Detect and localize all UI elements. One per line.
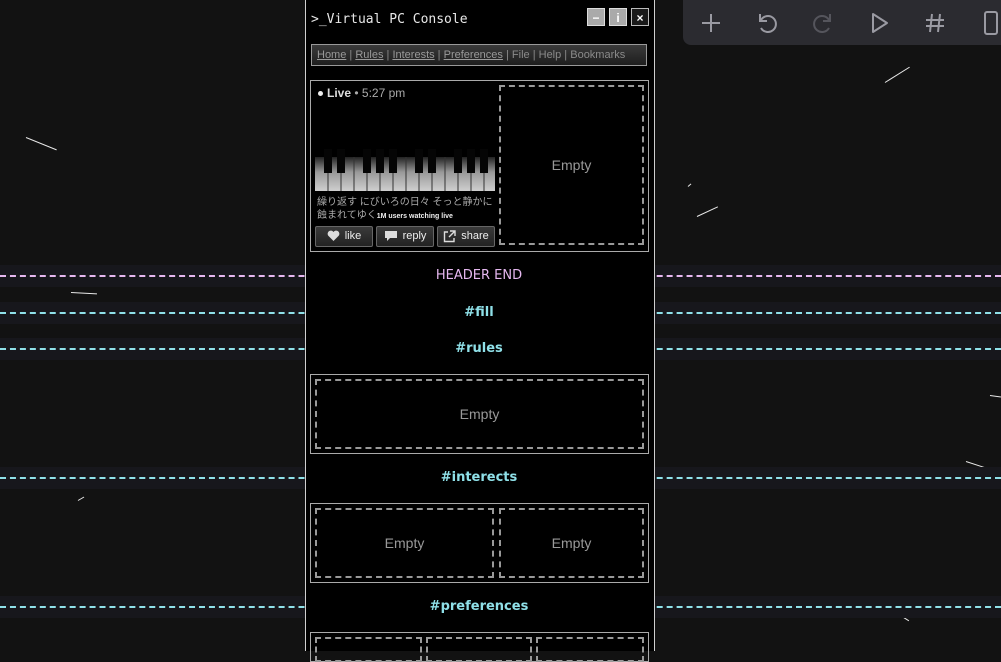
console-window: >_Virtual PC Console − i × Home | Rules … xyxy=(305,0,655,662)
run-button[interactable] xyxy=(864,8,894,38)
heart-icon xyxy=(327,230,340,242)
grid-button[interactable] xyxy=(920,8,950,38)
minimize-button[interactable]: − xyxy=(587,8,605,26)
interests-label: #interects xyxy=(432,469,526,487)
redo-button[interactable] xyxy=(808,8,838,38)
console-titlebar[interactable]: >_Virtual PC Console − i × xyxy=(306,0,654,38)
reply-button[interactable]: reply xyxy=(376,226,434,247)
preferences-label-row: #preferences xyxy=(0,596,1001,618)
background-streak xyxy=(25,137,57,151)
background-streak xyxy=(989,395,1001,398)
undo-icon xyxy=(759,14,777,33)
live-card: Live • 5:27 pm 繰り返す にびいろの日々 そっと静かに蝕まれてゆく… xyxy=(311,81,498,250)
rules-empty-slot: Empty xyxy=(315,379,644,449)
plus-icon xyxy=(702,14,720,32)
nav-bar: Home | Rules | Interests | Preferences |… xyxy=(311,44,647,66)
like-button[interactable]: like xyxy=(315,226,373,247)
background-streak xyxy=(696,206,719,217)
preferences-empty-slot-1 xyxy=(315,637,422,662)
undo-button[interactable] xyxy=(752,8,782,38)
share-button[interactable]: share xyxy=(437,226,495,247)
nav-interests-link[interactable]: Interests xyxy=(392,49,434,61)
nav-preferences-link[interactable]: Preferences xyxy=(444,49,503,61)
preferences-empty-slot-3 xyxy=(536,637,644,662)
live-dot-icon xyxy=(318,91,323,97)
fill-label: #fill xyxy=(456,304,502,322)
nav-rules-link[interactable]: Rules xyxy=(355,49,383,61)
phone-icon xyxy=(984,11,998,35)
play-icon xyxy=(872,13,888,33)
background-streak xyxy=(884,66,910,83)
info-button[interactable]: i xyxy=(609,8,627,26)
interests-empty-slot-1: Empty xyxy=(315,508,494,578)
speech-bubble-icon xyxy=(384,231,397,242)
console-title: >_Virtual PC Console xyxy=(311,12,468,27)
nav-file-item[interactable]: File xyxy=(512,49,530,61)
background-streak xyxy=(70,292,97,295)
live-caption: 繰り返す にびいろの日々 そっと静かに蝕まれてゆく1M users watchi… xyxy=(317,197,493,221)
nav-bookmarks-item[interactable]: Bookmarks xyxy=(570,49,625,61)
nav-help-item[interactable]: Help xyxy=(539,49,562,61)
fill-label-row: #fill xyxy=(0,302,1001,324)
header-empty-slot: Empty xyxy=(499,85,644,245)
header-end-label-row: HEADER END xyxy=(0,265,1001,287)
background-streak xyxy=(77,496,85,501)
add-button[interactable] xyxy=(696,8,726,38)
rules-label-row: #rules xyxy=(0,338,1001,360)
hash-icon xyxy=(926,13,944,33)
redo-icon xyxy=(813,14,831,33)
preferences-label: #preferences xyxy=(421,598,537,616)
piano-image xyxy=(315,143,495,191)
rules-label: #rules xyxy=(447,340,511,358)
external-link-icon xyxy=(444,229,456,242)
editor-toolbar xyxy=(683,0,1001,45)
live-status: Live • 5:27 pm xyxy=(318,86,405,100)
preferences-empty-slot-2 xyxy=(426,637,532,662)
close-button[interactable]: × xyxy=(631,8,649,26)
background-streak xyxy=(687,183,692,187)
interests-empty-slot-2: Empty xyxy=(499,508,644,578)
viewer-count: 1M users watching live xyxy=(376,213,453,220)
interests-label-row: #interects xyxy=(0,467,1001,489)
nav-home-link[interactable]: Home xyxy=(317,49,346,61)
mobile-preview-button[interactable] xyxy=(976,8,1001,38)
header-end-label: HEADER END xyxy=(427,267,531,285)
